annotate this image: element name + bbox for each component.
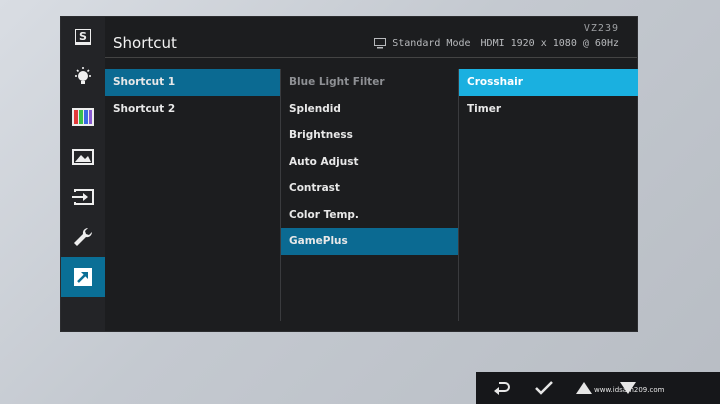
menu-item-brightness[interactable]: Brightness: [281, 122, 458, 149]
sidebar-item-shortcut-s[interactable]: S: [61, 17, 105, 57]
menu-item-color-temp[interactable]: Color Temp.: [281, 202, 458, 229]
menu-column-1: Shortcut 1 Shortcut 2: [105, 69, 281, 321]
menu-item-contrast[interactable]: Contrast: [281, 175, 458, 202]
menu-item-timer[interactable]: Timer: [459, 96, 638, 123]
back-key[interactable]: [490, 377, 514, 399]
color-icon: [72, 108, 94, 126]
watermark: www.idsam209.com: [560, 360, 720, 404]
menu-item-shortcut-1[interactable]: Shortcut 1: [105, 69, 280, 96]
menu-item-gameplus[interactable]: GamePlus: [281, 228, 458, 255]
sidebar-item-blue-light[interactable]: [61, 57, 105, 97]
osd-menu: S Shortcut VZ239 Standard Mode HDMI 1920…: [60, 16, 638, 332]
osd-sidebar: S: [61, 17, 105, 331]
sidebar-item-shortcut[interactable]: [61, 257, 105, 297]
image-icon: [72, 149, 94, 165]
menu-item-blue-light-filter[interactable]: Blue Light Filter: [281, 69, 458, 96]
status-resolution: 1920 x 1080 @ 60Hz: [510, 38, 619, 49]
status-bar: Standard Mode HDMI 1920 x 1080 @ 60Hz: [374, 38, 619, 49]
input-icon: [72, 189, 94, 205]
menu-item-splendid[interactable]: Splendid: [281, 96, 458, 123]
status-mode: Standard Mode: [392, 38, 471, 49]
system-setup-icon: [74, 227, 93, 246]
back-icon: [494, 382, 510, 395]
menu-item-shortcut-2[interactable]: Shortcut 2: [105, 96, 280, 123]
menu-column-2: Blue Light Filter Splendid Brightness Au…: [281, 69, 459, 321]
sidebar-item-image[interactable]: [61, 137, 105, 177]
sidebar-item-input[interactable]: [61, 177, 105, 217]
monitor-icon: [374, 38, 387, 49]
confirm-key[interactable]: [532, 377, 556, 399]
watermark-url: www.idsam209.com: [594, 386, 665, 394]
check-icon: [535, 381, 553, 395]
shortcut-s-icon: S: [75, 29, 91, 45]
menu-item-auto-adjust[interactable]: Auto Adjust: [281, 149, 458, 176]
sidebar-item-color[interactable]: [61, 97, 105, 137]
page-title: Shortcut: [113, 34, 177, 52]
sidebar-item-system-setup[interactable]: [61, 217, 105, 257]
menu-item-crosshair[interactable]: Crosshair: [459, 69, 638, 96]
model-name: VZ239: [583, 23, 619, 34]
menu-column-3: Crosshair Timer: [459, 69, 638, 321]
osd-header: Shortcut VZ239 Standard Mode HDMI 1920 x…: [105, 17, 637, 58]
status-input: HDMI: [480, 38, 505, 49]
bluelight-icon: [75, 67, 91, 84]
shortcut-icon: [74, 268, 92, 286]
